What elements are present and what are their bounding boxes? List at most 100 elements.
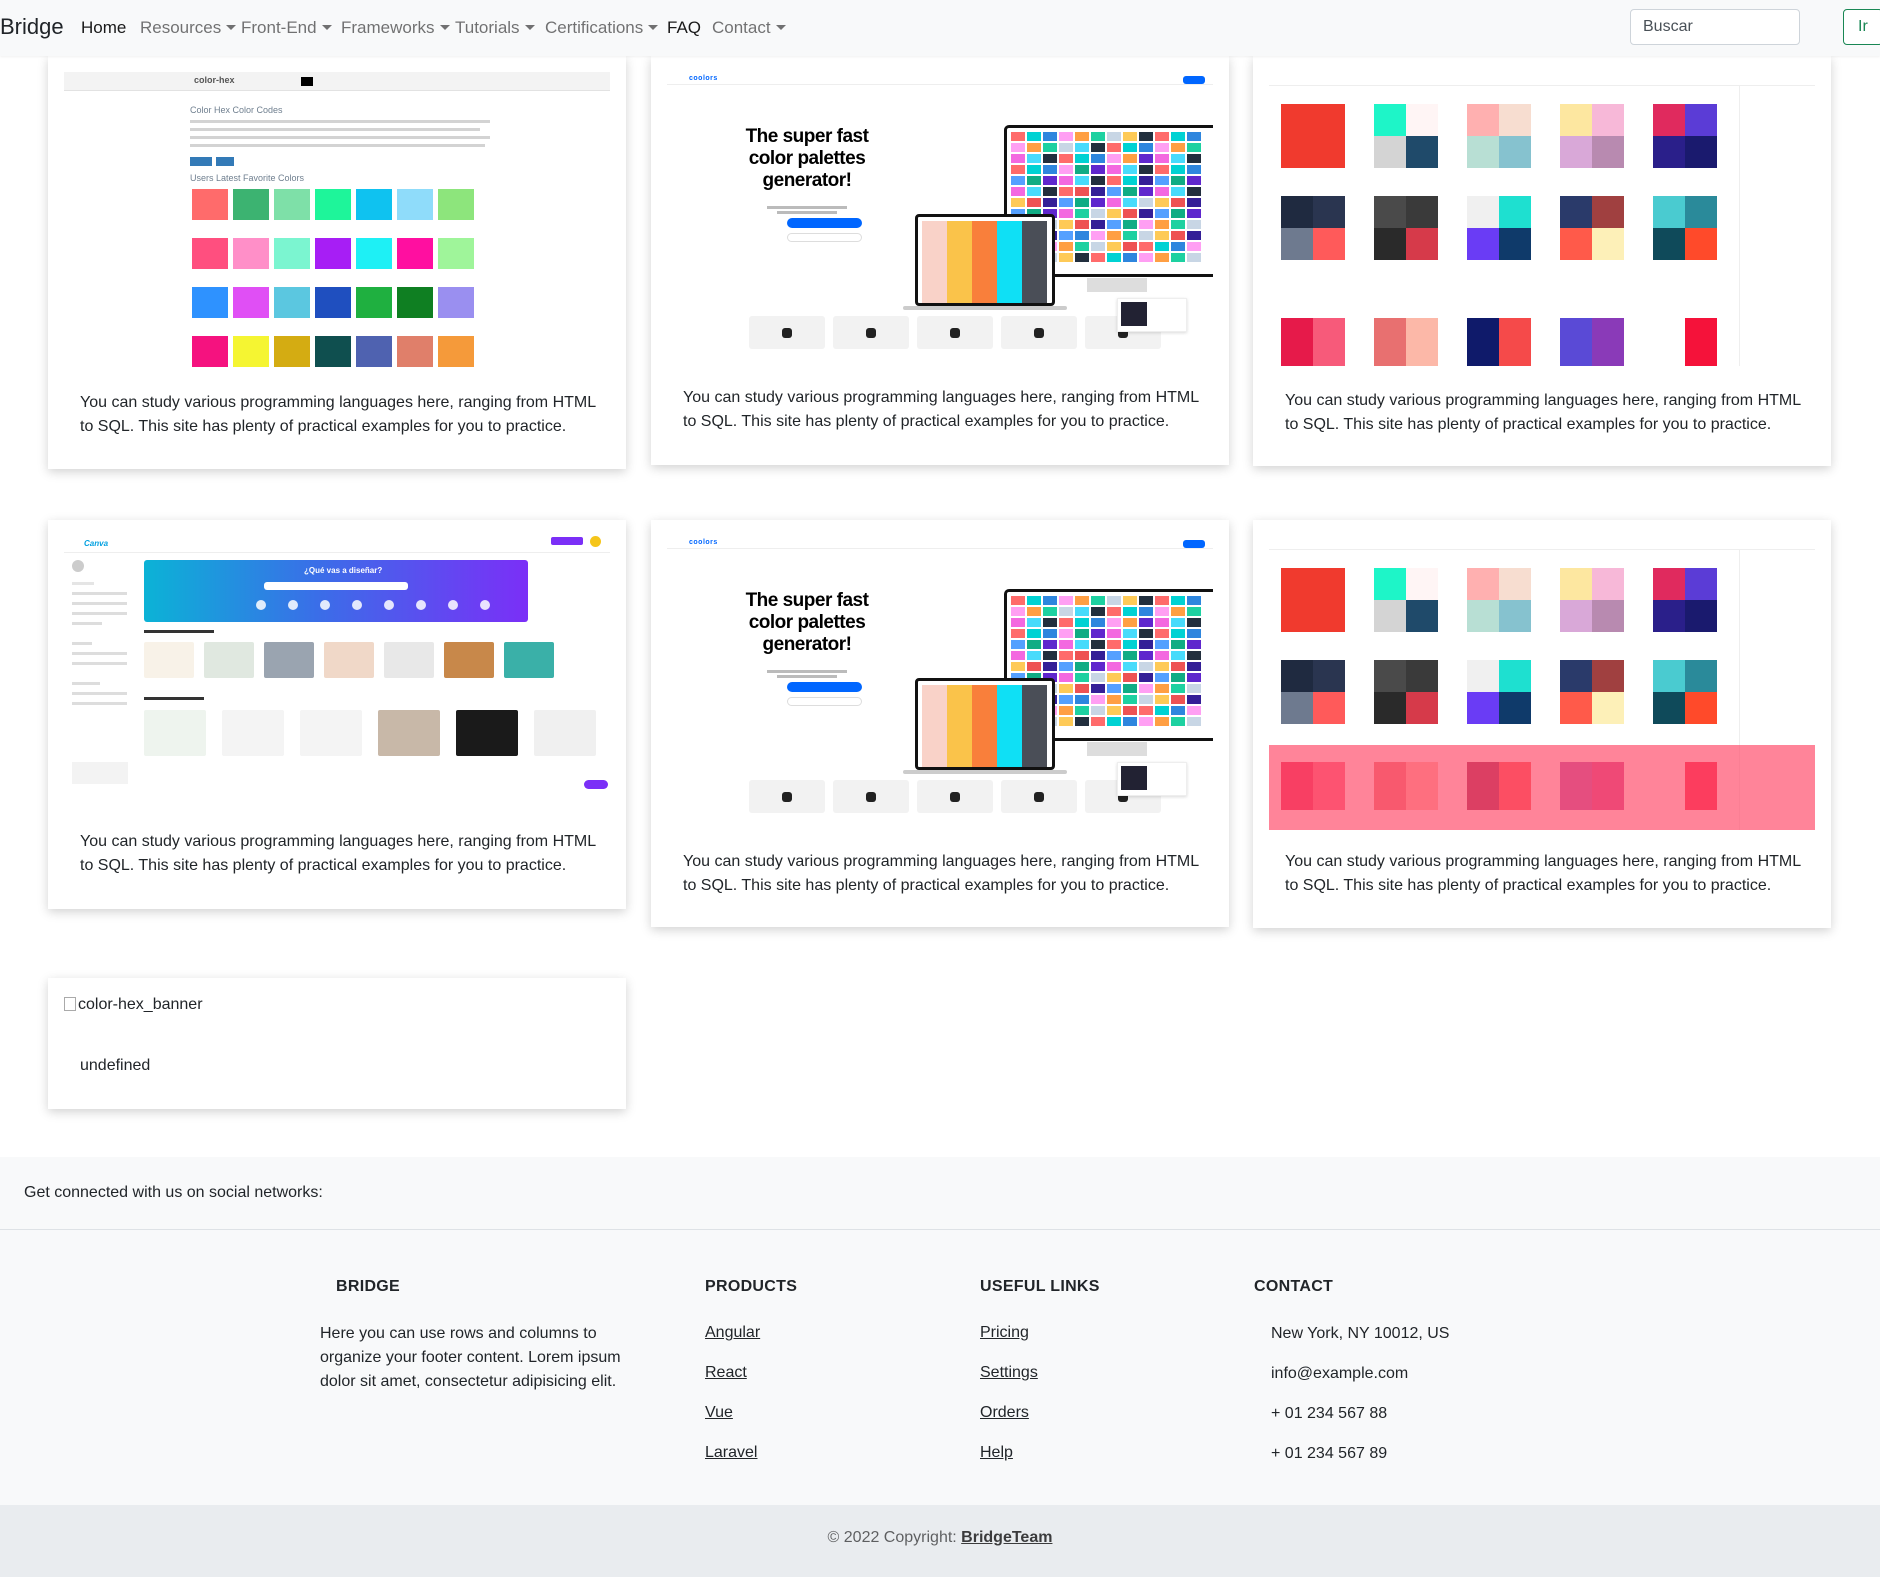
android-icon <box>833 316 909 349</box>
palette-tile <box>1560 568 1624 632</box>
recent-design <box>534 710 596 756</box>
help-button <box>584 780 608 789</box>
footer-link-settings[interactable]: Settings <box>980 1364 1038 1382</box>
site-header <box>64 72 610 91</box>
create-design-button <box>551 537 583 545</box>
nav-resources[interactable]: Resources <box>140 18 237 38</box>
card-coolors[interactable]: coolors The super fast color palettes ge… <box>651 56 1229 465</box>
palette-tile <box>1374 104 1438 168</box>
chevron-down-icon <box>226 25 237 30</box>
nav-frameworks[interactable]: Frameworks <box>341 18 450 38</box>
palette-tile <box>1560 318 1624 366</box>
text-line <box>777 211 837 214</box>
start-generator-button <box>787 682 862 692</box>
color-swatch <box>356 336 392 367</box>
sidebar-border <box>1739 85 1740 366</box>
color-swatch <box>274 287 310 318</box>
recent-design <box>300 710 362 756</box>
footer-products-heading: PRODUCTS <box>705 1278 798 1295</box>
monitor-stand <box>1087 278 1147 292</box>
recent-design <box>144 710 206 756</box>
canva-logo: Canva <box>84 539 109 548</box>
design-question: ¿Qué vas a diseñar? <box>304 566 383 575</box>
palette-tile <box>1281 660 1345 724</box>
color-swatch <box>274 238 310 269</box>
color-swatch <box>315 336 351 367</box>
footer-link-angular[interactable]: Angular <box>705 1324 760 1342</box>
color-swatch <box>192 336 228 367</box>
card-color-hex[interactable]: color-hex Color Hex Color Codes Users La… <box>48 56 626 469</box>
color-swatch <box>192 238 228 269</box>
nav-faq[interactable]: FAQ <box>667 18 701 38</box>
laptop-illustration <box>915 214 1055 306</box>
navbar-brand[interactable]: Bridge <box>0 14 64 40</box>
footer-link-help[interactable]: Help <box>980 1444 1013 1462</box>
copyright-link[interactable]: BridgeTeam <box>961 1529 1052 1546</box>
nav-home[interactable]: Home <box>81 18 126 38</box>
footer-brand-text: Here you can use rows and columns to org… <box>320 1325 621 1390</box>
nav-tutorials[interactable]: Tutorials <box>455 18 535 38</box>
design-banner: ¿Qué vas a diseñar? <box>144 560 528 622</box>
footer-link-react[interactable]: React <box>705 1364 747 1382</box>
header-border <box>64 552 610 553</box>
text-line <box>190 120 490 123</box>
apple-icon <box>749 316 825 349</box>
card-colordrop[interactable]: You can study various programming langua… <box>1253 520 1831 928</box>
footer-link-pricing[interactable]: Pricing <box>980 1324 1029 1342</box>
design-type-icon <box>352 600 362 610</box>
nav-certifications[interactable]: Certifications <box>545 18 659 38</box>
color-swatch <box>397 238 433 269</box>
signup-button <box>1183 76 1205 84</box>
color-swatch <box>233 287 269 318</box>
nav-contact[interactable]: Contact <box>712 18 786 38</box>
template-card <box>384 642 434 678</box>
site-logo: color-hex <box>194 75 235 85</box>
chrome-icon <box>1001 780 1077 813</box>
site-header-border <box>667 548 1213 549</box>
apple-icon <box>749 780 825 813</box>
card-coolors[interactable]: coolors The super fast color palettes ge… <box>651 520 1229 927</box>
text-line <box>190 144 485 147</box>
nav-front-end[interactable]: Front-End <box>241 18 332 38</box>
card-colordrop[interactable]: You can study various programming langua… <box>1253 56 1831 466</box>
palette-tile <box>1560 196 1624 260</box>
contact-email: info@example.com <box>1271 1365 1409 1382</box>
color-swatch <box>438 336 474 367</box>
hover-overlay <box>1269 745 1815 830</box>
sidebar-item <box>72 602 127 605</box>
signup-button <box>1183 540 1205 548</box>
site-header-border <box>667 84 1213 85</box>
color-swatch <box>233 336 269 367</box>
color-swatch <box>315 189 351 220</box>
template-card <box>324 642 374 678</box>
palette-tile <box>1281 318 1345 366</box>
sidebar-item <box>72 662 127 665</box>
section-title <box>144 697 204 700</box>
chevron-down-icon <box>321 25 332 30</box>
design-type-icon <box>416 600 426 610</box>
card-color-hex-banner[interactable]: color-hex_banner undefined <box>48 978 626 1109</box>
footer-link-laravel[interactable]: Laravel <box>705 1444 757 1462</box>
card-canva[interactable]: Canva ¿Qué vas a diseñar? You can study … <box>48 520 626 909</box>
banner-search <box>264 582 408 590</box>
palette-tile <box>1560 660 1624 724</box>
design-type-icon <box>384 600 394 610</box>
palette-tile <box>1467 196 1531 260</box>
design-type-icon <box>480 600 490 610</box>
card-image: color-hex Color Hex Color Codes Users La… <box>64 72 610 374</box>
footer-link-vue[interactable]: Vue <box>705 1404 733 1422</box>
monitor-stand <box>1087 742 1147 756</box>
text-line <box>190 136 490 139</box>
text-line <box>767 206 847 209</box>
search-button[interactable]: Ir <box>1843 9 1880 45</box>
search-input[interactable] <box>1630 9 1800 45</box>
card-image: coolors The super fast color palettes ge… <box>667 532 1213 827</box>
card-text: You can study various programming langua… <box>683 853 1199 894</box>
text-line <box>190 128 480 131</box>
site-button <box>190 157 212 166</box>
laptop-base <box>903 306 1067 310</box>
card-image <box>1269 70 1815 366</box>
footer-link-orders[interactable]: Orders <box>980 1404 1029 1422</box>
color-swatch <box>301 77 313 86</box>
explore-palettes-button <box>787 697 862 706</box>
